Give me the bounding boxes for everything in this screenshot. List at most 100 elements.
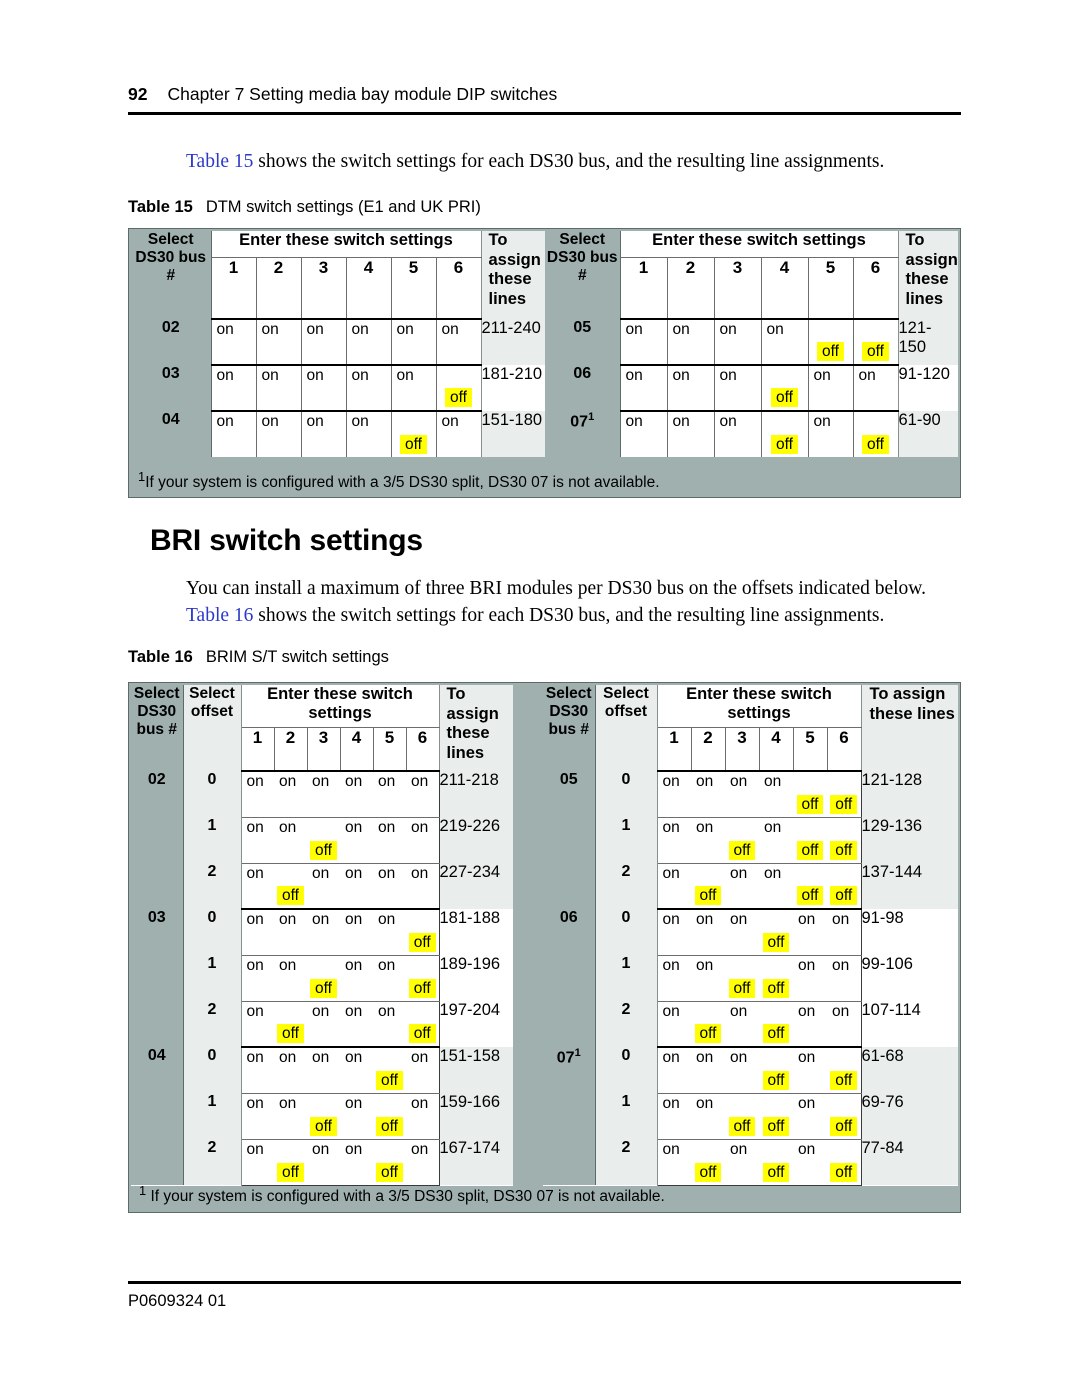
switch-off-row: off — [392, 342, 436, 361]
switch-on-label: on — [730, 864, 748, 882]
switch-on-label: on — [662, 1002, 680, 1020]
header-switch-4: 4 — [759, 727, 794, 772]
switch-off-row: off — [274, 795, 307, 814]
header-switch-5: 5 — [793, 727, 828, 772]
running-head: 92 Chapter 7 Setting media bay module DIP… — [128, 84, 961, 105]
switch-on-label — [373, 1140, 406, 1159]
switch-off-row: off — [242, 933, 275, 952]
switch-on-label: on — [662, 1094, 680, 1112]
switch-cell-4: on off — [759, 771, 793, 818]
switch-off-row: off — [373, 795, 406, 814]
switch-on-label: on — [411, 1094, 429, 1112]
switch-on-label: on — [312, 1049, 330, 1066]
switch-cell-6: on off — [827, 909, 862, 956]
switch-off-row: off — [725, 978, 759, 998]
switch-cell-4: on off — [340, 1093, 373, 1140]
switch-cell-1: on off — [656, 817, 691, 864]
header-switch-3: 3 — [301, 257, 347, 320]
switch-on-label: on — [345, 818, 363, 836]
switch-cell-1: on off — [211, 319, 257, 366]
table16-right-grid: Select DS30 bus # Select offset Enter th… — [543, 685, 958, 1186]
switch-off-row: off — [793, 1117, 827, 1136]
switch-on-label — [809, 320, 853, 339]
switch-on-label: on — [672, 413, 690, 430]
switch-off-row: off — [759, 978, 793, 998]
switch-off-row: off — [274, 979, 307, 998]
switch-off-label: off — [771, 435, 798, 454]
switch-off-row: off — [274, 933, 307, 952]
switch-off-row: off — [793, 1071, 827, 1090]
footer-rule — [128, 1281, 961, 1284]
switch-cell-1: on off — [240, 1001, 274, 1048]
switch-cell-2: on off — [256, 411, 302, 457]
offset-cell: 0 — [183, 1047, 242, 1093]
switch-off-row: off — [212, 435, 256, 454]
switch-cell-2: on off — [691, 955, 725, 1002]
switch-off-label: off — [376, 1116, 403, 1136]
switch-off-row: off — [406, 1071, 439, 1090]
switch-on-label — [274, 864, 307, 883]
switch-on-label: on — [216, 321, 234, 338]
switch-off-row: off — [725, 1116, 759, 1136]
switch-off-row: off — [621, 342, 667, 361]
switch-off-label: off — [310, 840, 337, 860]
switch-off-row: off — [437, 435, 481, 454]
bri-paragraph: You can install a maximum of three BRI m… — [186, 575, 966, 629]
switch-on-label — [759, 1140, 793, 1159]
switch-off-label: off — [408, 1024, 436, 1043]
switch-off-row: off — [621, 435, 667, 454]
switch-off-label: off — [762, 1116, 790, 1136]
switch-cell-4: off — [759, 1001, 793, 1048]
switch-off-label: off — [728, 978, 756, 998]
switch-off-label: off — [862, 342, 889, 361]
switch-on-label: on — [813, 413, 831, 430]
switch-on-label: on — [378, 864, 396, 882]
switch-on-label: on — [832, 911, 850, 928]
switch-cell-3: on off — [301, 411, 347, 457]
switch-off-row: off — [668, 342, 714, 361]
switch-cell-2: on off — [274, 817, 307, 864]
switch-off-row: off — [691, 979, 725, 998]
bus-number-cell: 06 — [545, 365, 621, 411]
header-switch-3: 3 — [714, 257, 762, 320]
switch-on-label: on — [246, 1140, 264, 1158]
table-row: 2onoffoffonoffonoffonoffoff197-204 — [131, 1001, 513, 1048]
table-row: 1onoffonoffoffoffonoffoff69-76 — [543, 1093, 958, 1140]
switch-cell-5: on off — [808, 365, 854, 412]
switch-off-row: off — [242, 1117, 275, 1136]
switch-cell-4: on off — [340, 909, 373, 956]
switch-cell-6: on off — [436, 319, 481, 366]
header-assign-lines: To assign these lines — [438, 685, 513, 771]
switch-cell-1: on off — [656, 1093, 691, 1140]
switch-on-label — [827, 1140, 861, 1159]
switch-on-label: on — [279, 773, 297, 790]
switch-cell-4: on off — [759, 863, 793, 910]
switch-cell-5: off — [373, 1093, 406, 1140]
switch-off-label: off — [408, 932, 436, 952]
table15-footnote-text: If your system is configured with a 3/5 … — [145, 474, 660, 492]
offset-cell: 1 — [595, 817, 658, 863]
switch-off-row: off — [715, 435, 761, 454]
switch-off-row: off — [668, 388, 714, 407]
switch-cell-6: off — [827, 863, 862, 910]
switch-off-row: off — [668, 435, 714, 454]
switch-on-label: on — [378, 818, 396, 836]
header-switch-4: 4 — [346, 257, 392, 320]
header-switch-5: 5 — [391, 257, 437, 320]
switch-on-label: on — [312, 1140, 330, 1158]
table-row: 06onoffonoffonoffoffonoffonoff91-120 — [545, 365, 958, 412]
switch-on-label: on — [261, 367, 279, 384]
switch-on-label: on — [696, 1094, 714, 1112]
switch-on-label — [373, 1048, 406, 1067]
switch-off-label: off — [277, 886, 304, 905]
table16-xref-link[interactable]: Table 16 — [186, 605, 253, 626]
switch-off-row: off — [274, 886, 307, 905]
switch-cell-6: on off — [406, 863, 440, 910]
switch-on-label: on — [832, 1002, 850, 1020]
table15-right: Select DS30 bus # Enter these switch set… — [545, 231, 958, 457]
switch-on-label: on — [798, 1049, 816, 1066]
table15-caption-text: DTM switch settings (E1 and UK PRI) — [205, 198, 481, 216]
header-switch-2: 2 — [691, 727, 726, 772]
header-switch-4: 4 — [340, 727, 374, 772]
table15-xref-link[interactable]: Table 15 — [186, 151, 253, 172]
